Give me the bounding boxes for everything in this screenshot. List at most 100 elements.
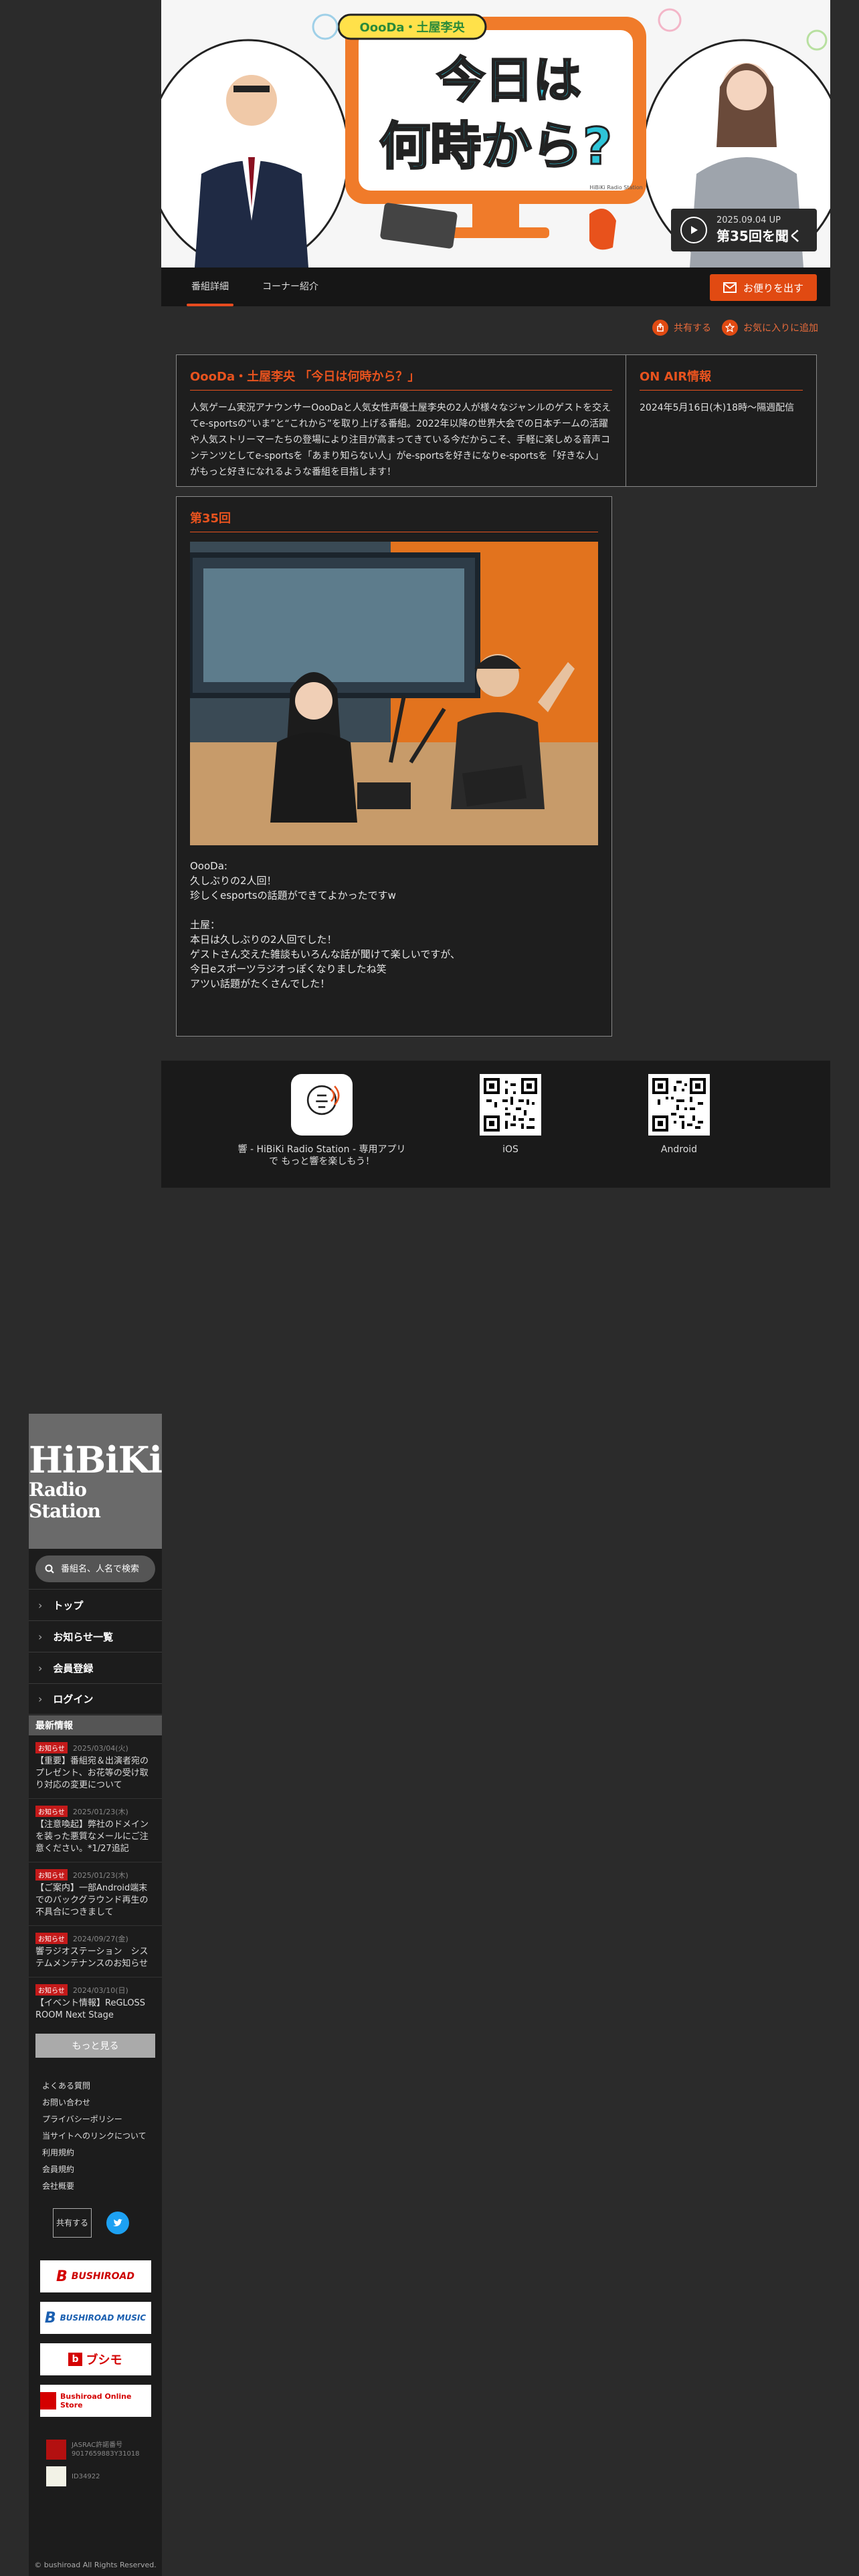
android-qr-code	[648, 1074, 710, 1136]
nextone-text: ID34922	[72, 2472, 100, 2480]
partner-banners: B BUSHIROAD B BUSHIROAD MUSIC b ブシモ Bushiro…	[29, 2260, 162, 2417]
more-news-button[interactable]: もっと見る	[35, 2034, 155, 2058]
banner-bushiroad[interactable]: B BUSHIROAD	[39, 2260, 151, 2292]
news-title: 【注意喚起】弊社のドメインを装った悪質なメールにご注意ください。*1/27追記	[35, 1820, 149, 1854]
sidebar-share-row: 共有する	[29, 2195, 162, 2238]
episode-box: 第35回 OooDa: 久しぶりの2人回！ 珍しくesportsの話題ができてよ…	[176, 496, 612, 1037]
news-date: 2025/01/23(木)	[72, 1870, 128, 1880]
program-info-box: OooDa・土屋李央 「今日は何時から？」 人気ゲーム実況アナウンサーOooDa…	[176, 354, 817, 487]
logo-sub-text: Radio Station	[29, 1479, 101, 1522]
nav-login-label: ログイン	[53, 1693, 94, 1705]
news-badge: お知らせ	[35, 1869, 68, 1881]
tab-program-detail[interactable]: 番組詳細	[175, 267, 246, 306]
search-box[interactable]	[35, 1555, 155, 1582]
program-title: OooDa・土屋李央 「今日は何時から？」	[190, 367, 612, 391]
banner-bushiroad-music[interactable]: B BUSHIROAD MUSIC	[39, 2302, 151, 2334]
news-date: 2024/09/27(金)	[72, 1934, 128, 1943]
link-member-terms[interactable]: 会員規約	[42, 2161, 162, 2178]
news-item[interactable]: お知らせ 2025/01/23(木) 【注意喚起】弊社のドメインを装った悪質なメー…	[29, 1799, 162, 1862]
ios-download[interactable]: iOS	[480, 1074, 541, 1156]
play-latest-card[interactable]: 2025.09.04 UP 第35回を聞く	[671, 209, 817, 251]
program-tabs: 番組詳細 コーナー紹介 お便りを出す	[161, 267, 830, 306]
tab-corner-intro[interactable]: コーナー紹介	[246, 267, 335, 306]
svg-text:今日は: 今日は	[437, 52, 581, 108]
nextone-logo	[46, 2466, 66, 2486]
send-letter-label: お便りを出す	[743, 282, 803, 294]
chevron-right-icon: ›	[38, 1693, 43, 1705]
chevron-right-icon: ›	[38, 1661, 43, 1675]
banner-online-store[interactable]: Bushiroad Online Store	[39, 2385, 151, 2417]
android-download[interactable]: Android	[648, 1074, 710, 1156]
news-title: 【ご案内】一部Android端末でのバックグラウンド再生の不具合につきまして	[35, 1883, 149, 1917]
chevron-right-icon: ›	[38, 1630, 43, 1643]
news-item[interactable]: お知らせ 2025/01/23(木) 【ご案内】一部Android端末でのバックグ…	[29, 1862, 162, 1926]
link-terms[interactable]: 利用規約	[42, 2145, 162, 2161]
jasrac-text: JASRAC許諾番号 9017659883Y31018	[72, 2442, 140, 2458]
program-description: 人気ゲーム実況アナウンサーOooDaと人気女性声優土屋李央の2人が様々なジャンル…	[190, 403, 611, 477]
hero-banner: OooDa・土屋李央 今日は 何時から? HiBiKi Radio Statio…	[161, 0, 830, 267]
sidebar-share-button[interactable]: 共有する	[53, 2208, 92, 2238]
svg-text:HiBiKi Radio Station: HiBiKi Radio Station	[589, 185, 642, 191]
news-item[interactable]: お知らせ 2025/03/04(火) 【重要】番組宛＆出演者宛のプレゼント、お花等…	[29, 1735, 162, 1799]
share-button[interactable]: 共有する	[652, 320, 711, 336]
news-badge: お知らせ	[35, 1806, 68, 1817]
banner-bushimo-label: ブシモ	[86, 2353, 122, 2367]
episode-comment: OooDa: 久しぶりの2人回！ 珍しくesportsの話題ができてよかったです…	[190, 860, 460, 990]
send-letter-button[interactable]: お便りを出す	[710, 274, 817, 301]
jasrac-license: JASRAC許諾番号 9017659883Y31018	[29, 2440, 162, 2460]
search-icon	[45, 1564, 54, 1574]
app-download-section: 響 - HiBiKi Radio Station - 専用アプリで もっと響を楽…	[161, 1061, 830, 1188]
mail-icon	[723, 282, 737, 293]
favorite-button[interactable]: お気に入りに追加	[722, 320, 818, 336]
news-badge: お知らせ	[35, 1742, 68, 1753]
app-promo[interactable]: 響 - HiBiKi Radio Station - 専用アプリで もっと響を楽…	[235, 1074, 409, 1168]
jasrac-logo	[46, 2440, 66, 2460]
link-contact[interactable]: お問い合わせ	[42, 2095, 162, 2111]
store-logo-icon	[39, 2392, 56, 2409]
nav-register[interactable]: › 会員登録	[29, 1652, 162, 1683]
bushimo-logo-icon: b	[68, 2353, 82, 2366]
news-title: 【重要】番組宛＆出演者宛のプレゼント、お花等の受け取り対応の変更について	[35, 1756, 149, 1790]
nav-register-label: 会員登録	[53, 1662, 94, 1675]
episode-title: 第35回	[190, 509, 598, 532]
ios-label: iOS	[502, 1144, 518, 1156]
bushiroad-music-logo-icon: B	[44, 2309, 56, 2327]
link-faq[interactable]: よくある質問	[42, 2078, 162, 2095]
banner-online-store-label: Bushiroad Online Store	[60, 2392, 132, 2409]
share-icon	[652, 320, 668, 336]
ios-text: iOS	[502, 1144, 518, 1155]
star-icon	[722, 320, 738, 336]
episode-photo	[190, 542, 598, 845]
footer-links: よくある質問 お問い合わせ プライバシーポリシー 当サイトへのリンクについて 利…	[29, 2058, 162, 2195]
search-input[interactable]	[60, 1563, 153, 1575]
news-item[interactable]: お知らせ 2024/03/10(日) 【イベント情報】ReGLOSS ROOM N…	[29, 1977, 162, 2028]
app-caption: 響 - HiBiKi Radio Station - 専用アプリで もっと響を楽…	[237, 1144, 406, 1167]
twitter-icon[interactable]	[106, 2212, 129, 2234]
favorite-label: お気に入りに追加	[743, 323, 818, 334]
site-logo[interactable]: HiBiKi Radio Station	[28, 1414, 163, 1549]
svg-text:何時から?: 何時から?	[379, 116, 612, 176]
play-episode-label: 第35回を聞く	[717, 228, 802, 244]
nav-login[interactable]: › ログイン	[29, 1683, 162, 1715]
episode-date: 2025.09.04 UP	[717, 215, 781, 225]
chevron-right-icon: ›	[38, 1598, 43, 1612]
nav-news-label: お知らせ一覧	[53, 1630, 114, 1643]
app-icon	[291, 1074, 353, 1136]
link-privacy[interactable]: プライバシーポリシー	[42, 2111, 162, 2128]
android-label: Android	[661, 1144, 697, 1156]
link-company[interactable]: 会社概要	[42, 2178, 162, 2195]
news-title: 【イベント情報】ReGLOSS ROOM Next Stage	[35, 1998, 146, 2020]
play-icon[interactable]	[680, 217, 707, 243]
link-linking[interactable]: 当サイトへのリンクについて	[42, 2128, 162, 2145]
news-title: 響ラジオステーション システムメンテナンスのお知らせ	[35, 1947, 149, 1969]
logo-main-text: HiBiKi	[28, 1438, 163, 1481]
news-date: 2025/03/04(火)	[72, 1743, 128, 1753]
program-actions: 共有する お気に入りに追加	[652, 320, 818, 336]
banner-bushimo[interactable]: b ブシモ	[39, 2343, 151, 2375]
nav-news[interactable]: › お知らせ一覧	[29, 1620, 162, 1652]
news-heading: 最新情報	[29, 1715, 162, 1735]
news-item[interactable]: お知らせ 2024/09/27(金) 響ラジオステーション システムメンテナンスの…	[29, 1926, 162, 1977]
nav-top[interactable]: › トップ	[29, 1589, 162, 1620]
banner-bushiroad-label: BUSHIROAD	[71, 2271, 134, 2282]
news-badge: お知らせ	[35, 1933, 68, 1944]
